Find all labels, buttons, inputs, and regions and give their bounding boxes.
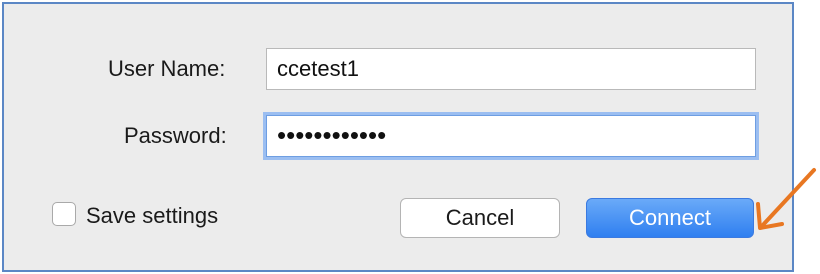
login-dialog: User Name: ccetest1 Password: ••••••••••… bbox=[2, 2, 794, 272]
password-label: Password: bbox=[124, 123, 227, 148]
connect-button[interactable]: Connect bbox=[586, 198, 754, 238]
save-settings-checkbox[interactable] bbox=[52, 202, 76, 226]
username-field[interactable]: ccetest1 bbox=[266, 48, 756, 90]
username-label: User Name: bbox=[108, 56, 226, 81]
connect-button-label: Connect bbox=[629, 205, 711, 230]
cancel-button-label: Cancel bbox=[445, 205, 515, 230]
username-value: ccetest1 bbox=[277, 56, 359, 81]
save-settings-label[interactable]: Save settings bbox=[86, 203, 218, 229]
password-field[interactable]: •••••••••••• bbox=[266, 115, 756, 157]
orange-arrow-icon bbox=[756, 168, 816, 230]
cancel-button[interactable]: Cancel bbox=[400, 198, 560, 238]
password-masked-value: •••••••••••• bbox=[277, 120, 387, 150]
